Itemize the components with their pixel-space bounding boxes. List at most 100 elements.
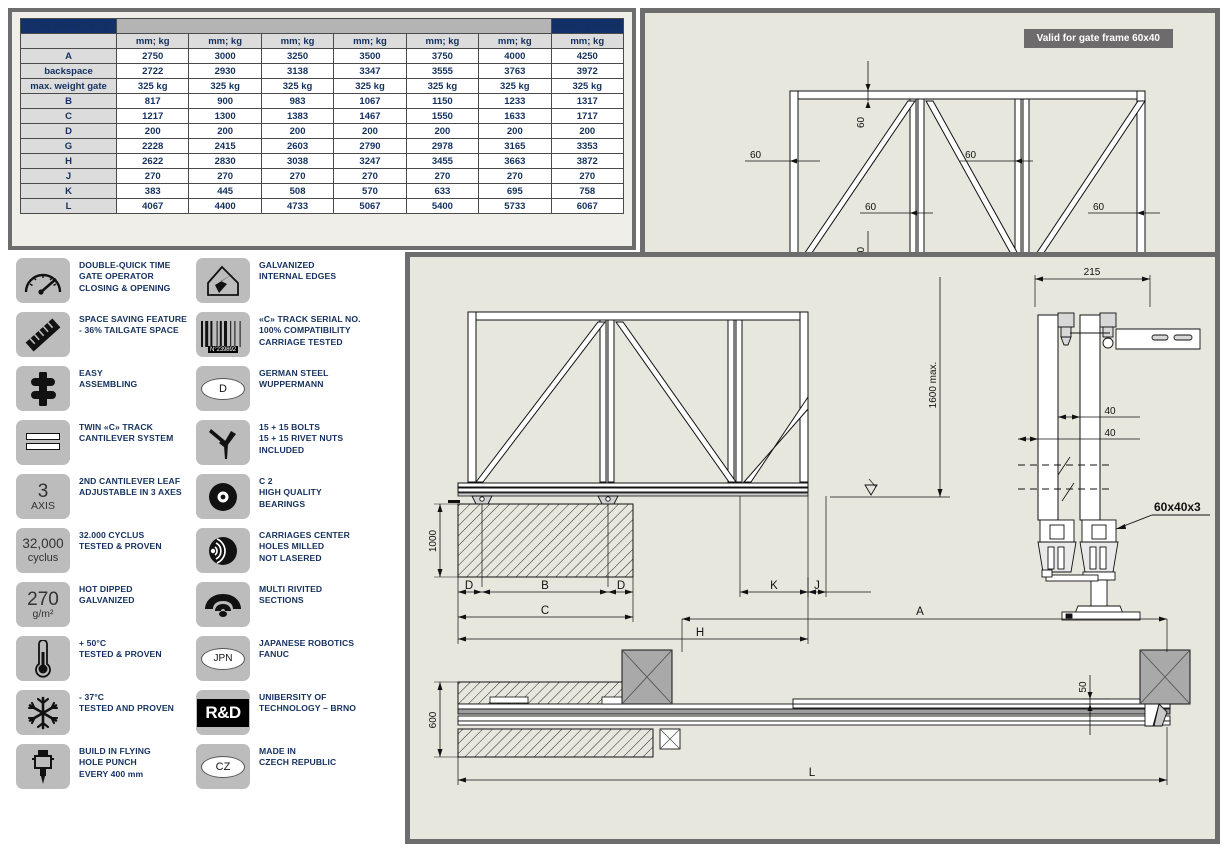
table-cell: 200: [478, 123, 552, 139]
features-column-right: GALVANIZED INTERNAL EDGES N°239892 «C» TRAC…: [196, 258, 386, 798]
table-cell: 3353: [550, 138, 625, 154]
feature-label-line: TESTED AND PROVEN: [79, 703, 174, 714]
table-cell: 695: [478, 183, 552, 199]
table-cell: 2978: [405, 138, 480, 154]
table-cell: 3250: [260, 48, 335, 64]
table-cell: 1633: [478, 108, 552, 124]
table-row: H 2622 2830 3038 3247 3455 3663 3872: [20, 153, 625, 169]
table-cell: 270: [550, 168, 625, 184]
feature-label-line: EASY: [79, 368, 103, 378]
feature-label-line: TESTED & PROVEN: [79, 541, 162, 552]
dim-H: H: [696, 627, 704, 639]
valid-frame-badge: Valid for gate frame 60x40: [1023, 29, 1173, 48]
feature-label-line: 2ND CANTILEVER LEAF: [79, 476, 181, 486]
table-cell: 270: [405, 168, 480, 184]
table-cell: 2830: [188, 153, 262, 169]
dim-lower-60: 60: [865, 202, 877, 213]
table-cell: 3038: [260, 153, 335, 169]
row-label: D: [20, 123, 117, 139]
made-in-cz-icon: CZ: [196, 744, 250, 789]
feature-item: C 2 HIGH QUALITY BEARINGS: [196, 474, 386, 519]
feature-label-line: BUILD IN FLYING: [79, 746, 151, 756]
feature-label: TWIN «C» TRACK CANTILEVER SYSTEM: [79, 420, 173, 445]
feature-label-line: GALVANIZED: [79, 595, 135, 606]
table-cell: 1550: [405, 108, 480, 124]
ruler-icon: [16, 312, 70, 357]
feature-label: GERMAN STEEL WUPPERMANN: [259, 366, 328, 391]
table-cell: 3247: [333, 153, 407, 169]
feature-label-line: WUPPERMANN: [259, 379, 324, 390]
table-cell: 270: [188, 168, 262, 184]
riveted-sections-icon: [196, 582, 250, 627]
feature-label-line: FANUC: [259, 649, 290, 660]
table-cell: 270: [333, 168, 407, 184]
feature-item: N°239892 «C» TRACK SERIAL NO. 100% COMPATI…: [196, 312, 386, 357]
table-cell: 3972: [550, 63, 625, 79]
product-code: CODE: 1710900: [550, 18, 625, 34]
table-cell: 1300: [188, 108, 262, 124]
three-axis-icon: 3 AXIS: [16, 474, 70, 519]
features-section: DOUBLE-QUICK TIME GATE OPERATOR CLOSING & …: [8, 258, 408, 818]
unit-header: mm; kg: [260, 33, 335, 49]
table-cell: 900: [188, 93, 262, 109]
feature-label: GALVANIZED INTERNAL EDGES: [259, 258, 336, 283]
drawing-panel-main: 1000 D B D C H K J 1600 max. 215 40 40 6…: [405, 252, 1220, 844]
table-cell: 1717: [550, 108, 625, 124]
feature-label: - 37°C TESTED AND PROVEN: [79, 690, 174, 715]
unit-row-blank: [20, 33, 117, 49]
table-row: L 4067 4400 4733 5067 5400 5733 6067: [20, 198, 625, 214]
table-row: B 817 900 983 1067 1150 1233 1317: [20, 93, 625, 109]
feature-item: 32,000 cyclus 32.000 CYCLUS TESTED & PROVEN: [16, 528, 206, 573]
spec-table-inner: FOLLOW ME 4.25 CODE: 1710900 mm; kg mm; kg m…: [12, 12, 632, 246]
dim-L: L: [809, 767, 816, 779]
feature-label-line: TESTED & PROVEN: [79, 649, 162, 660]
feature-label: SPACE SAVING FEATURE - 36% TAILGATE SPACE: [79, 312, 187, 337]
row-label: A: [20, 48, 117, 64]
dim-top-60: 60: [856, 116, 867, 128]
feature-item: 3 AXIS 2ND CANTILEVER LEAF ADJUSTABLE IN 3 …: [16, 474, 206, 519]
dim-50: 50: [1078, 681, 1089, 693]
row-label: L: [20, 198, 117, 214]
table-cell: 3500: [333, 48, 407, 64]
table-cell: 1383: [260, 108, 335, 124]
table-cell: 758: [550, 183, 625, 199]
datasheet-page: FOLLOW ME 4.25 CODE: 1710900 mm; kg mm; kg m…: [0, 0, 1228, 852]
feature-label: C 2 HIGH QUALITY BEARINGS: [259, 474, 322, 510]
table-cell: 5733: [478, 198, 552, 214]
table-cell: 383: [115, 183, 190, 199]
dim-D-left: D: [465, 580, 473, 592]
feature-item: R&D UNIBERSITY OF TECHNOLOGY – BRNO: [196, 690, 386, 735]
table-cell: 1317: [550, 93, 625, 109]
feature-label-line: - 36% TAILGATE SPACE: [79, 325, 179, 336]
table-cell: 3347: [333, 63, 407, 79]
table-cell: 325 kg: [260, 78, 335, 94]
table-cell: 325 kg: [333, 78, 407, 94]
twin-track-icon: [16, 420, 70, 465]
table-cell: 325 kg: [478, 78, 552, 94]
table-cell: 325 kg: [115, 78, 190, 94]
bearing-icon: [196, 474, 250, 519]
table-cell: 3663: [478, 153, 552, 169]
feature-item: CZ MADE IN CZECH REPUBLIC: [196, 744, 386, 789]
feature-label-line: CZECH REPUBLIC: [259, 757, 337, 768]
drawing-canvas-main: 1000 D B D C H K J 1600 max. 215 40 40 6…: [410, 257, 1215, 839]
feature-label-line: BEARINGS: [259, 498, 306, 509]
feature-label: EASY ASSEMBLING: [79, 366, 137, 391]
table-cell: 2790: [333, 138, 407, 154]
feature-label-line: HIGH QUALITY: [259, 487, 322, 498]
feature-label-line: 15 + 15 RIVET NUTS: [259, 433, 344, 444]
feature-label-line: - 37°C: [79, 692, 105, 702]
spec-table-panel: FOLLOW ME 4.25 CODE: 1710900 mm; kg mm; kg m…: [8, 8, 636, 250]
unit-header: mm; kg: [115, 33, 190, 49]
table-row: max. weight gate 325 kg 325 kg 325 kg 325 kg…: [20, 78, 625, 94]
bolts-icon: [196, 420, 250, 465]
feature-label-line: TECHNOLOGY – BRNO: [259, 703, 357, 714]
snowflake-icon: [16, 690, 70, 735]
feature-label-line: SPACE SAVING FEATURE: [79, 314, 187, 324]
galvanized-edges-icon: [196, 258, 250, 303]
feature-item: GALVANIZED INTERNAL EDGES: [196, 258, 386, 303]
feature-label: 2ND CANTILEVER LEAF ADJUSTABLE IN 3 AXES: [79, 474, 182, 499]
dim-A: A: [916, 606, 924, 618]
dim-1600-max: 1600 max.: [928, 362, 939, 409]
table-cell: 4733: [260, 198, 335, 214]
